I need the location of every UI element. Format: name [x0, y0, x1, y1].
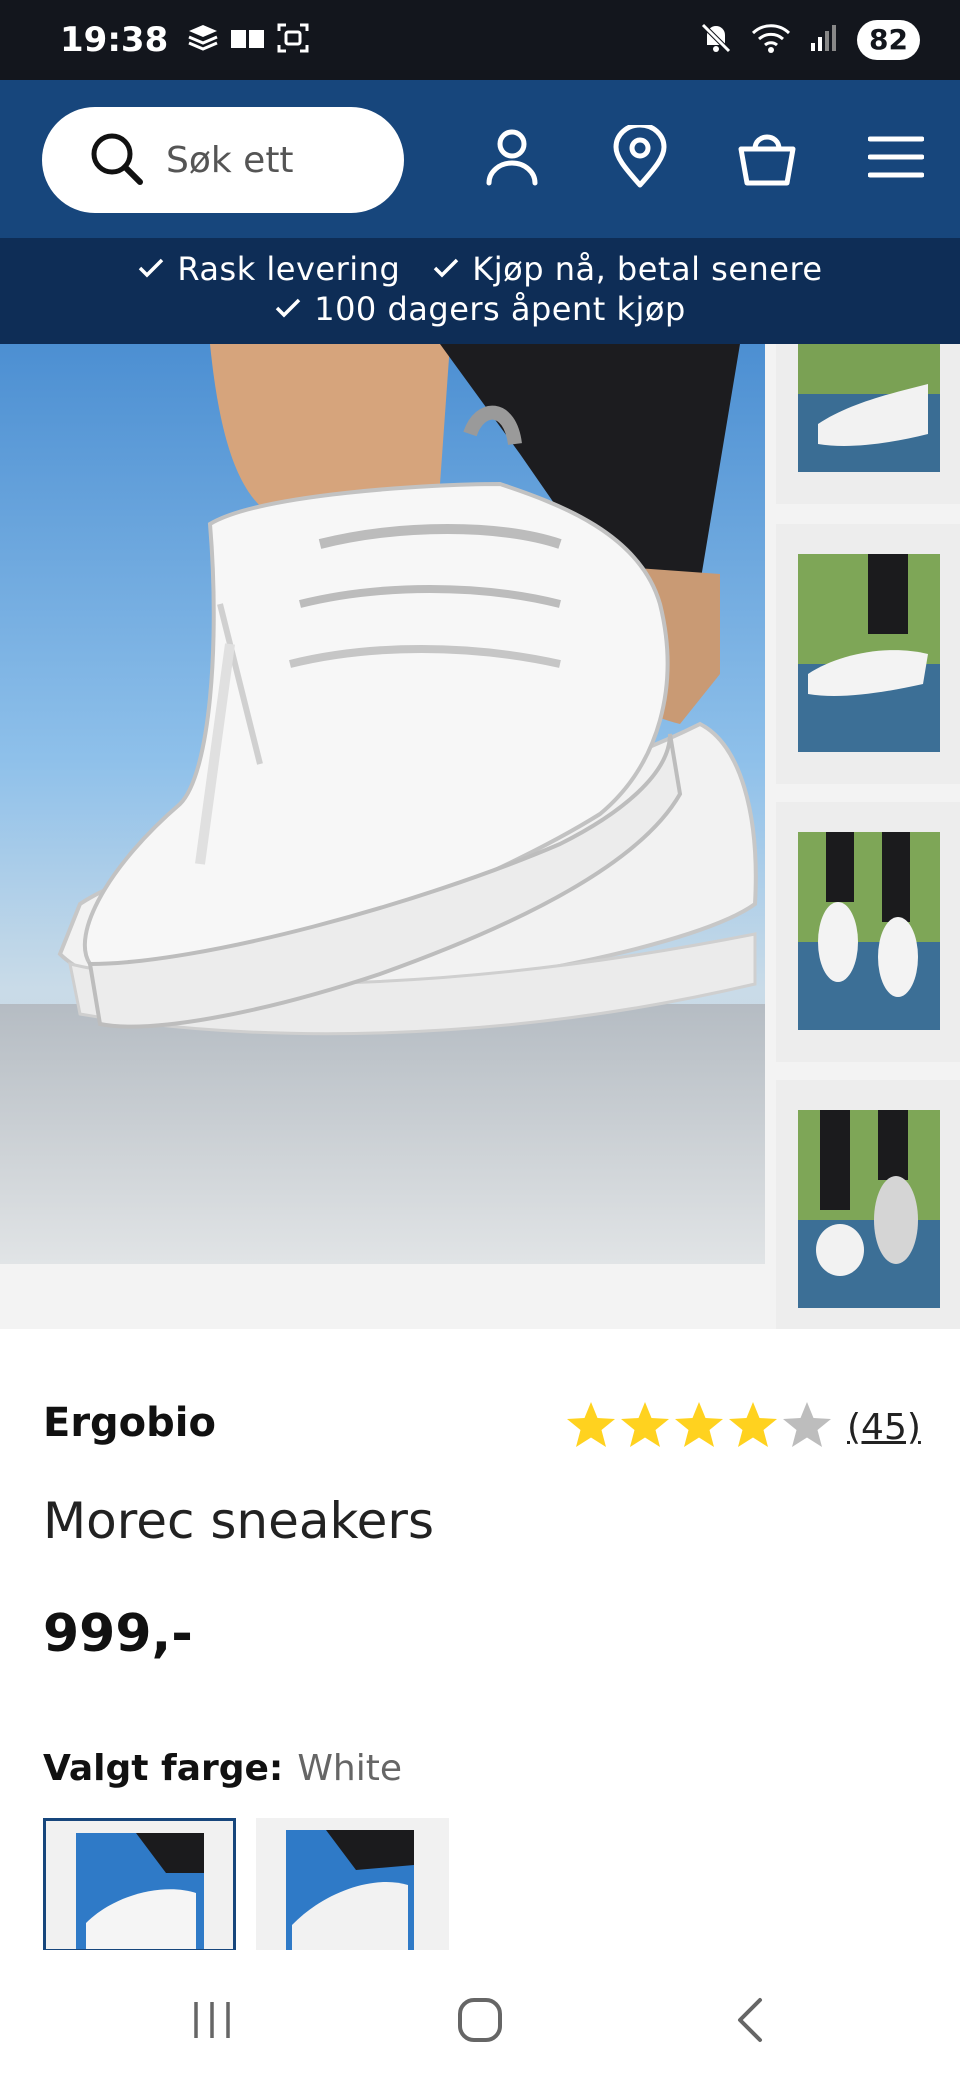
thumbnail-column [776, 344, 960, 1329]
rating-stars [565, 1400, 833, 1454]
usp-item: 100 dagers åpent kjøp [274, 290, 686, 328]
check-icon [137, 250, 165, 288]
usp-label: 100 dagers åpent kjøp [314, 290, 686, 328]
star-icon [619, 1400, 671, 1454]
search-box[interactable] [42, 107, 404, 213]
thumbnail-3[interactable] [776, 802, 960, 1062]
usp-label: Rask levering [177, 250, 401, 288]
stack-icon [186, 23, 220, 57]
thumbnail-2[interactable] [776, 524, 960, 784]
store-location-icon[interactable] [608, 125, 672, 189]
usp-item: Kjøp nå, betal senere [432, 250, 822, 288]
signal-icon [809, 23, 839, 57]
check-icon [432, 250, 460, 288]
screenshot-icon [276, 21, 310, 59]
search-input[interactable] [166, 139, 366, 181]
brand-name[interactable]: Ergobio [43, 1400, 216, 1446]
color-swatch-white[interactable] [256, 1818, 449, 1952]
product-price: 999,- [43, 1604, 193, 1664]
site-header [0, 80, 960, 238]
shopping-bag-icon[interactable] [735, 125, 799, 189]
menu-icon[interactable] [864, 125, 928, 189]
product-title: Morec sneakers [43, 1492, 435, 1550]
check-icon [274, 290, 302, 328]
product-gallery [0, 344, 960, 1329]
battery-level: 82 [857, 20, 920, 60]
color-swatch-white-selected[interactable] [43, 1818, 236, 1952]
product-rating[interactable]: (45) [565, 1400, 921, 1454]
back-icon[interactable] [710, 1980, 790, 2060]
status-bar: 19:38 82 [0, 0, 960, 80]
recent-apps-icon[interactable] [172, 1980, 252, 2060]
star-icon [673, 1400, 725, 1454]
wifi-icon [751, 21, 791, 59]
color-value: White [297, 1748, 403, 1789]
home-icon[interactable] [440, 1980, 520, 2060]
search-icon[interactable] [88, 130, 144, 190]
color-label: Valgt farge: [43, 1748, 284, 1789]
mute-icon [699, 21, 733, 59]
usp-bar: Rask levering Kjøp nå, betal senere 100 … [0, 238, 960, 344]
usp-label: Kjøp nå, betal senere [472, 250, 823, 288]
selected-color: Valgt farge: White [43, 1748, 402, 1789]
sim-cards-icon [230, 26, 266, 54]
system-nav-bar [0, 1950, 960, 2080]
thumbnail-4[interactable] [776, 1080, 960, 1329]
review-count-link[interactable]: (45) [847, 1407, 921, 1448]
usp-item: Rask levering [137, 250, 400, 288]
status-time: 19:38 [60, 20, 169, 60]
star-empty-icon [781, 1400, 833, 1454]
main-product-image[interactable] [0, 344, 765, 1264]
thumbnail-1[interactable] [776, 344, 960, 504]
star-icon [727, 1400, 779, 1454]
star-icon [565, 1400, 617, 1454]
account-icon[interactable] [480, 125, 544, 189]
